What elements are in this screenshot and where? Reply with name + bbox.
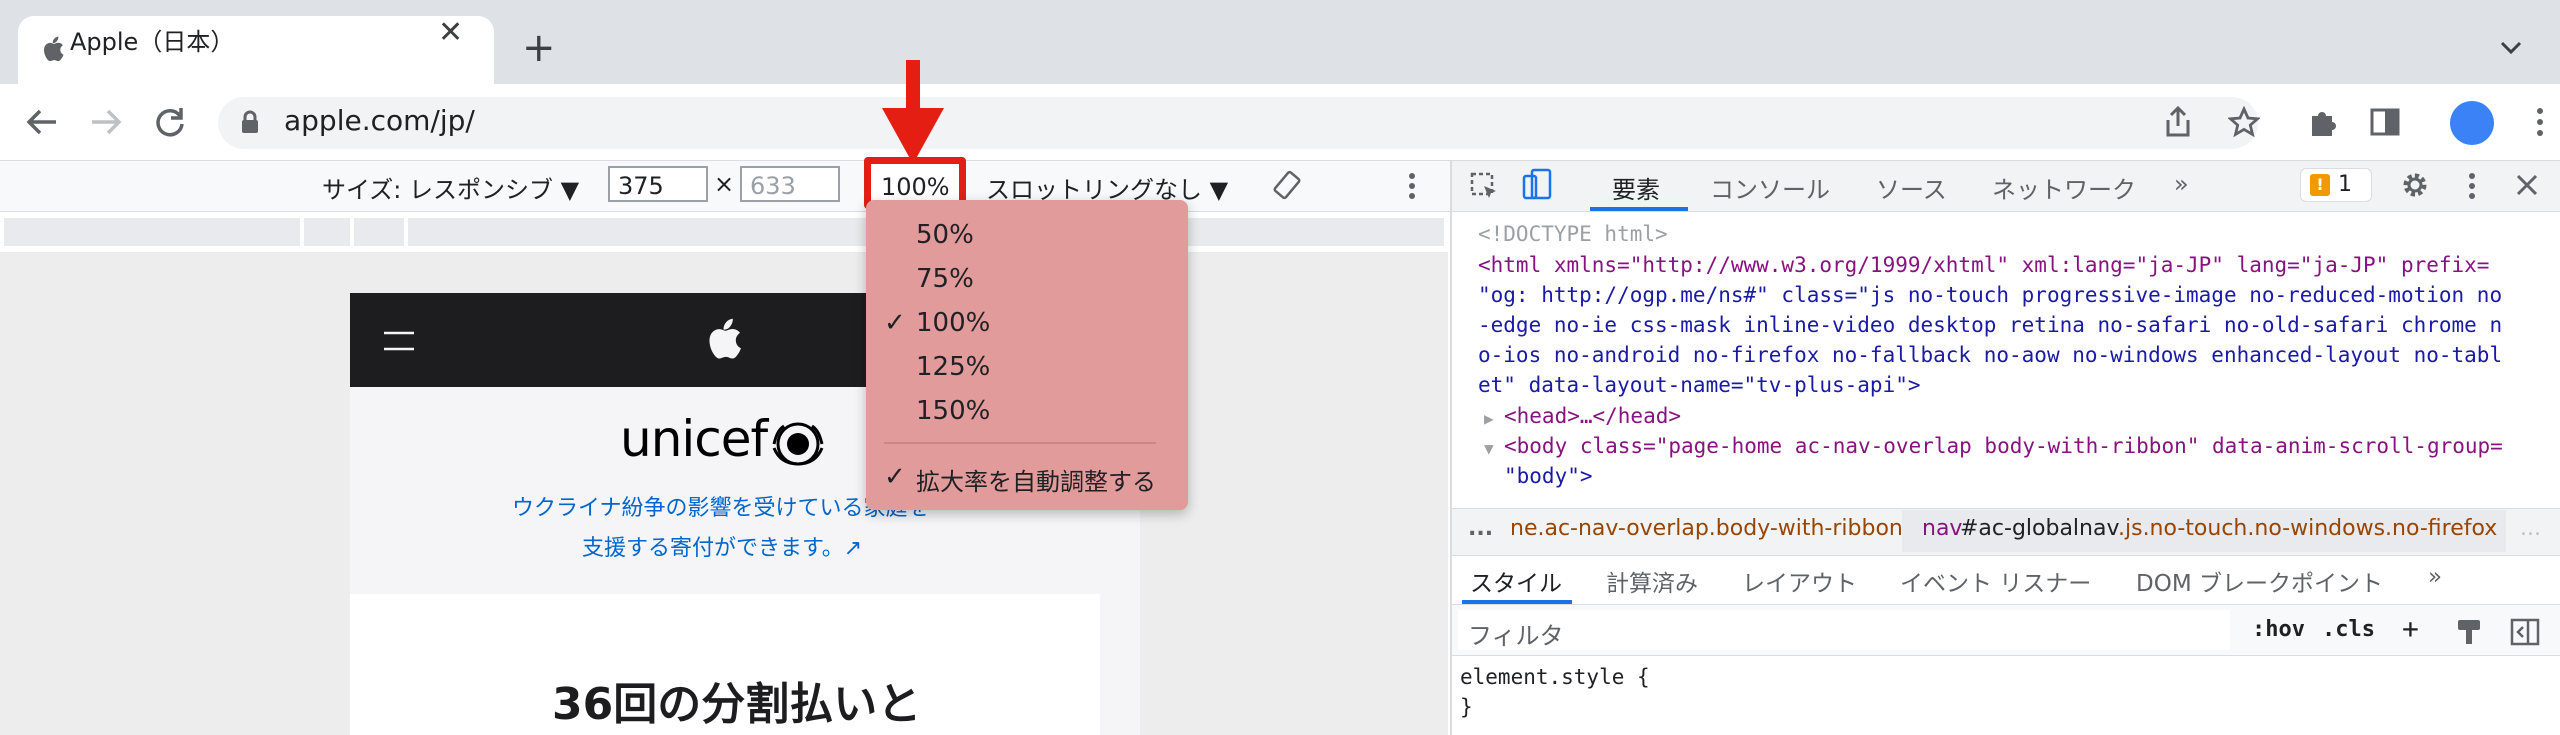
computed-sidebar-icon[interactable] bbox=[2510, 618, 2540, 650]
breadcrumb-nav-id: #ac-globalnav bbox=[1960, 516, 2120, 541]
promo-heading: 36回の分割払いと bbox=[552, 679, 922, 730]
breadcrumb-body[interactable]: ne.ac-nav-overlap.body-with-ribbon bbox=[1510, 516, 1903, 541]
new-tab-button[interactable]: + bbox=[522, 28, 556, 68]
tab-search-chevron-icon[interactable] bbox=[2500, 36, 2522, 61]
dom-html-line[interactable]: o-ios no-android no-firefox no-fallback … bbox=[1478, 340, 2502, 370]
dom-html-line[interactable]: -edge no-ie css-mask inline-video deskto… bbox=[1478, 310, 2502, 340]
height-input[interactable]: 633 bbox=[740, 166, 840, 202]
annotation-arrow-icon bbox=[882, 108, 944, 168]
media-query-segment[interactable] bbox=[354, 218, 404, 246]
warning-icon: ! bbox=[2310, 174, 2330, 196]
subtab-computed[interactable]: 計算済み bbox=[1606, 564, 1698, 598]
dom-body-node[interactable]: <body class="page-home ac-nav-overlap bo… bbox=[1504, 431, 2503, 461]
more-tabs-icon[interactable]: » bbox=[2174, 170, 2189, 198]
zoom-option-75[interactable]: 75% bbox=[916, 264, 974, 294]
subtab-layout[interactable]: レイアウト bbox=[1742, 564, 1857, 598]
issues-count: 1 bbox=[2338, 172, 2352, 197]
more-subtabs-icon[interactable]: » bbox=[2428, 564, 2442, 590]
element-style-rule[interactable]: element.style { bbox=[1460, 662, 1650, 692]
dom-head-node[interactable]: <head>…</head> bbox=[1504, 401, 1681, 431]
apple-favicon-icon bbox=[42, 36, 64, 66]
tab-console[interactable]: コンソール bbox=[1710, 170, 1830, 205]
tab-close-icon[interactable]: ✕ bbox=[438, 15, 463, 50]
tab-sources[interactable]: ソース bbox=[1876, 170, 1947, 205]
zoom-value: 100% bbox=[881, 173, 950, 201]
subtab-styles[interactable]: スタイル bbox=[1470, 564, 1562, 598]
times-sign: × bbox=[714, 170, 735, 198]
chrome-menu-icon[interactable] bbox=[2536, 106, 2544, 142]
dom-html-line[interactable]: et" data-layout-name="tv-plus-api"> bbox=[1478, 370, 1921, 400]
lock-icon[interactable] bbox=[240, 110, 260, 138]
share-icon[interactable] bbox=[2164, 105, 2192, 142]
zoom-option-125[interactable]: 125% bbox=[916, 352, 990, 382]
apple-logo-icon[interactable] bbox=[706, 318, 742, 364]
hov-toggle-button[interactable]: :hov bbox=[2252, 617, 2305, 642]
auto-zoom-option[interactable]: 拡大率を自動調整する bbox=[916, 462, 1156, 497]
back-icon[interactable] bbox=[26, 108, 58, 140]
styles-filter-input[interactable] bbox=[1458, 610, 2230, 650]
dom-html-line[interactable]: "og: http://ogp.me/ns#" class="js no-tou… bbox=[1478, 280, 2502, 310]
media-query-segment[interactable] bbox=[4, 218, 300, 246]
breadcrumb-nav-tag: nav bbox=[1922, 516, 1963, 541]
unicef-logo-text: unicef bbox=[620, 410, 768, 468]
side-panel-icon[interactable] bbox=[2370, 108, 2400, 140]
paint-brush-icon[interactable] bbox=[2456, 618, 2482, 650]
devtools-close-icon[interactable] bbox=[2516, 174, 2538, 200]
tab-title: Apple（日本） bbox=[70, 28, 235, 56]
media-query-segment[interactable] bbox=[304, 218, 350, 246]
dom-doctype[interactable]: <!DOCTYPE html> bbox=[1478, 219, 1668, 249]
width-input[interactable]: 375 bbox=[608, 166, 708, 202]
device-toggle-icon[interactable] bbox=[1522, 168, 1552, 206]
bookmark-star-icon[interactable] bbox=[2227, 105, 2261, 142]
breadcrumb-nav-class: .js.no-touch.no-windows.no-firefox bbox=[2118, 516, 2498, 541]
subtab-styles-indicator bbox=[1462, 600, 1572, 604]
dom-html-line[interactable]: <html xmlns="http://www.w3.org/1999/xhtm… bbox=[1478, 250, 2489, 280]
forward-icon[interactable] bbox=[90, 108, 122, 140]
subtab-dom-breakpoints[interactable]: DOM ブレークポイント bbox=[2136, 564, 2383, 598]
element-style-close: } bbox=[1460, 695, 1473, 719]
url-text[interactable]: apple.com/jp/ bbox=[284, 104, 475, 137]
check-icon: ✓ bbox=[884, 462, 906, 492]
collapse-triangle-icon[interactable]: ▼ bbox=[1484, 434, 1494, 464]
expand-triangle-icon[interactable]: ▶ bbox=[1484, 404, 1494, 434]
subtab-event-listeners[interactable]: イベント リスナー bbox=[1900, 564, 2091, 598]
profile-avatar[interactable] bbox=[2450, 101, 2494, 145]
cls-toggle-button[interactable]: .cls bbox=[2322, 617, 2375, 642]
reload-icon[interactable] bbox=[154, 106, 186, 142]
unicef-emblem-icon bbox=[770, 418, 826, 474]
filter-placeholder: フィルタ bbox=[1468, 622, 1564, 650]
extensions-icon[interactable] bbox=[2306, 106, 2338, 142]
zoom-option-100[interactable]: 100% bbox=[916, 308, 990, 338]
settings-gear-icon[interactable] bbox=[2400, 170, 2430, 204]
address-bar[interactable] bbox=[218, 97, 2258, 149]
dimensions-dropdown[interactable]: サイズ: レスポンシブ ▼ bbox=[322, 170, 579, 205]
inspect-element-icon[interactable] bbox=[1470, 172, 1500, 206]
breadcrumb-scroll-right[interactable]: ... bbox=[2520, 516, 2541, 541]
ukraine-link-line2[interactable]: 支援する寄付ができます。↗ bbox=[582, 530, 862, 562]
dom-body-node[interactable]: "body"> bbox=[1504, 461, 1593, 491]
menu-divider bbox=[884, 442, 1156, 444]
check-icon: ✓ bbox=[884, 308, 906, 338]
breadcrumb-scroll-left[interactable]: ... bbox=[1468, 516, 1493, 541]
tab-elements[interactable]: 要素 bbox=[1612, 170, 1660, 205]
zoom-option-150[interactable]: 150% bbox=[916, 396, 990, 426]
tab-network[interactable]: ネットワーク bbox=[1992, 170, 2136, 205]
device-more-icon[interactable] bbox=[1408, 172, 1416, 204]
rotate-icon[interactable] bbox=[1272, 170, 1302, 204]
devtools-menu-icon[interactable] bbox=[2468, 172, 2476, 204]
tab-elements-indicator bbox=[1590, 207, 1688, 211]
menu-icon[interactable] bbox=[382, 330, 416, 356]
new-style-rule-button[interactable]: + bbox=[2402, 612, 2419, 645]
zoom-option-50[interactable]: 50% bbox=[916, 220, 974, 250]
